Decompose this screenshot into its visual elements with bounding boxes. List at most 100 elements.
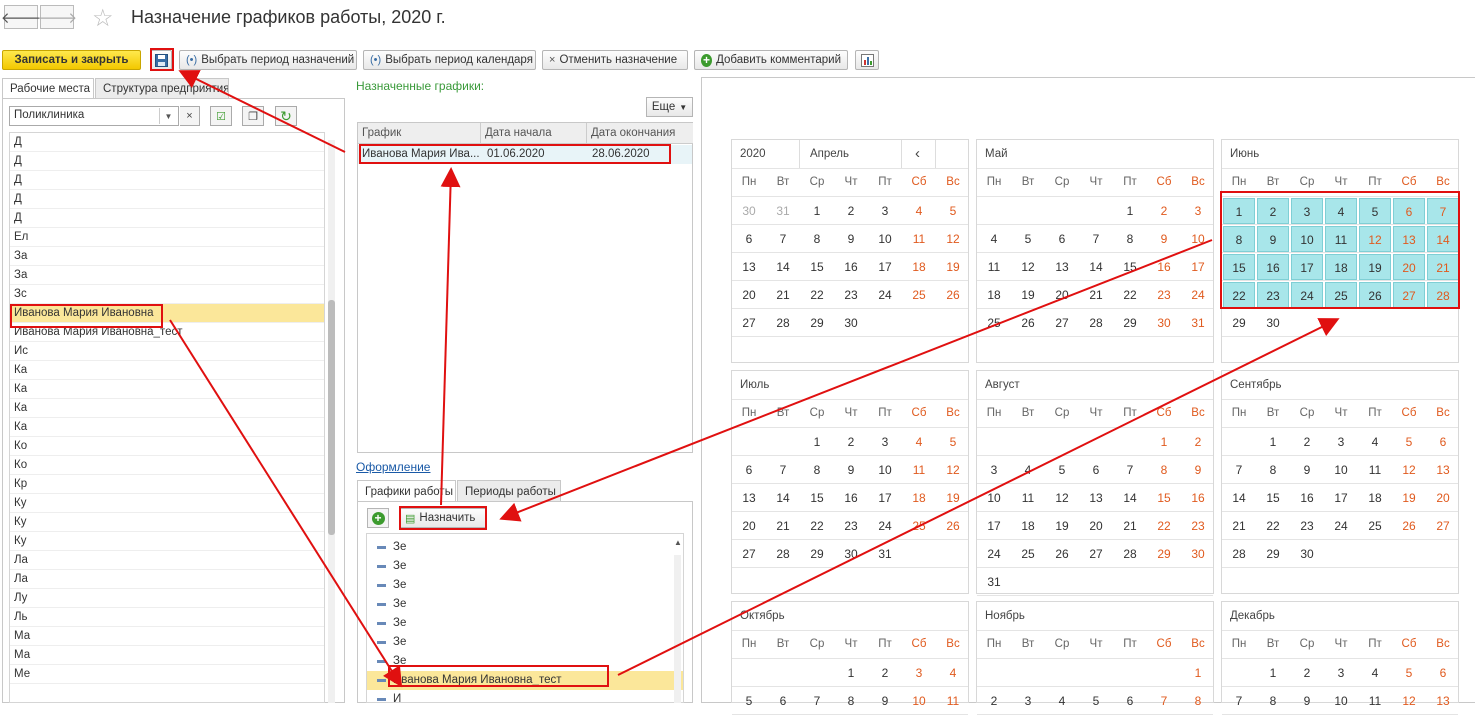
calendar-day[interactable]: 26	[1045, 540, 1079, 568]
list-item[interactable]: Ка	[10, 418, 324, 437]
calendar-day[interactable]: 27	[732, 309, 766, 337]
list-item[interactable]: Зе	[367, 557, 683, 576]
list-item[interactable]: Ко	[10, 437, 324, 456]
calendar-day[interactable]: 24	[868, 512, 902, 540]
calendar-day[interactable]: 18	[1011, 512, 1045, 540]
list-item[interactable]: За	[10, 266, 324, 285]
calendar-day[interactable]: 25	[1325, 282, 1357, 308]
calendar-day[interactable]: 6	[1393, 198, 1425, 224]
calendar-day[interactable]: 16	[1181, 484, 1215, 512]
calendar-day[interactable]: 5	[1079, 687, 1113, 715]
calendar-day[interactable]: 6	[1079, 456, 1113, 484]
calendar-day[interactable]: 21	[1222, 512, 1256, 540]
list-item[interactable]: Д	[10, 190, 324, 209]
calendar-day[interactable]: 19	[936, 484, 970, 512]
calendar-day[interactable]: 2	[977, 687, 1011, 715]
calendar-day[interactable]: 14	[1427, 226, 1459, 252]
calendar-day[interactable]: 26	[936, 281, 970, 309]
calendar-day[interactable]: 7	[1427, 198, 1459, 224]
list-item[interactable]: Ка	[10, 399, 324, 418]
list-item[interactable]: Иванова Мария Ивановна_тест	[367, 671, 683, 690]
calendar-day[interactable]: 1	[1256, 428, 1290, 456]
calendar-day[interactable]: 16	[1257, 254, 1289, 280]
calendar-day[interactable]: 26	[1392, 512, 1426, 540]
calendar-day[interactable]: 4	[902, 197, 936, 225]
calendar-day[interactable]: 5	[732, 687, 766, 715]
calendar-day[interactable]: 17	[1324, 484, 1358, 512]
calendar-day[interactable]: 30	[834, 540, 868, 568]
calendar-day[interactable]: 31	[868, 540, 902, 568]
tab-work-periods[interactable]: Периоды работы	[457, 480, 561, 502]
list-item[interactable]: Лу	[10, 589, 324, 608]
calendar-day[interactable]: 3	[1324, 659, 1358, 687]
calendar-day[interactable]: 24	[1181, 281, 1215, 309]
calendar-day[interactable]: 24	[977, 540, 1011, 568]
calendar-day[interactable]: 21	[1427, 254, 1459, 280]
calendar-day[interactable]: 10	[868, 225, 902, 253]
calendar-day[interactable]: 24	[1324, 512, 1358, 540]
list-item[interactable]: Ку	[10, 494, 324, 513]
tab-work-schedules[interactable]: Графики работы	[357, 480, 456, 502]
calendar-day[interactable]: 30	[1181, 540, 1215, 568]
calendar-day[interactable]: 1	[800, 197, 834, 225]
calendar-day[interactable]: 8	[1223, 226, 1255, 252]
back-button[interactable]: 🡐	[1, 5, 41, 29]
calendar-day[interactable]: 2	[1147, 197, 1181, 225]
calendar-day[interactable]: 18	[1358, 484, 1392, 512]
calendar-day[interactable]: 4	[902, 428, 936, 456]
calendar-day[interactable]: 4	[1325, 198, 1357, 224]
calendar-day[interactable]: 17	[1291, 254, 1323, 280]
calendar-day[interactable]: 26	[936, 512, 970, 540]
calendar-day[interactable]: 7	[1222, 687, 1256, 715]
calendar-day[interactable]: 27	[1045, 309, 1079, 337]
save-and-close-button[interactable]: Записать и закрыть	[2, 50, 141, 70]
calendar-day[interactable]: 4	[1358, 428, 1392, 456]
calendar-day[interactable]: 3	[1291, 198, 1323, 224]
calendar-day[interactable]: 1	[834, 659, 868, 687]
list-item[interactable]: Зс	[10, 285, 324, 304]
list-item[interactable]: Ку	[10, 532, 324, 551]
calendar-day[interactable]: 6	[732, 225, 766, 253]
calendar-day[interactable]: 10	[1324, 456, 1358, 484]
tab-enterprise-structure[interactable]: Структура предприятия	[95, 78, 229, 99]
calendar-day[interactable]: 12	[936, 456, 970, 484]
calendar-day[interactable]: 17	[977, 512, 1011, 540]
calendar-day[interactable]: 7	[1079, 225, 1113, 253]
calendar-day[interactable]: 9	[1181, 456, 1215, 484]
calendar-day[interactable]: 29	[800, 540, 834, 568]
calendar-day[interactable]: 8	[1256, 687, 1290, 715]
calendar-day[interactable]: 1	[1147, 428, 1181, 456]
calendar-day[interactable]: 13	[1426, 456, 1460, 484]
calendar-day[interactable]: 24	[1291, 282, 1323, 308]
calendar-day[interactable]: 3	[868, 197, 902, 225]
calendar-day[interactable]: 9	[1290, 456, 1324, 484]
calendar-day[interactable]: 23	[1181, 512, 1215, 540]
calendar-day[interactable]: 31	[977, 568, 1011, 596]
calendar-day[interactable]: 11	[936, 687, 970, 715]
save-button[interactable]	[150, 50, 172, 70]
calendar-day[interactable]: 22	[800, 512, 834, 540]
calendar-day[interactable]: 13	[1079, 484, 1113, 512]
calendar-day[interactable]: 7	[800, 687, 834, 715]
calendar-day[interactable]: 20	[732, 512, 766, 540]
list-item[interactable]: Ме	[10, 665, 324, 684]
calendar-day[interactable]: 16	[1147, 253, 1181, 281]
list-item[interactable]: Д	[10, 171, 324, 190]
calendar-day[interactable]: 4	[977, 225, 1011, 253]
calendar-day[interactable]: 4	[1011, 456, 1045, 484]
calendar-day[interactable]: 23	[834, 281, 868, 309]
list-item[interactable]: Ис	[10, 342, 324, 361]
calendar-day[interactable]: 8	[1147, 456, 1181, 484]
list-item[interactable]: Зе	[367, 614, 683, 633]
calendar-day[interactable]: 5	[1011, 225, 1045, 253]
calendar-day[interactable]: 10	[868, 456, 902, 484]
calendar-day[interactable]: 8	[1256, 456, 1290, 484]
calendar-day[interactable]: 19	[1359, 254, 1391, 280]
list-item[interactable]: Зе	[367, 652, 683, 671]
calendar-day[interactable]: 20	[1426, 484, 1460, 512]
calendar-day[interactable]: 21	[1113, 512, 1147, 540]
calendar-day[interactable]: 3	[977, 456, 1011, 484]
star-icon[interactable]: ☆	[92, 4, 114, 33]
calendar-day[interactable]: 9	[834, 456, 868, 484]
calendar-day[interactable]: 13	[1045, 253, 1079, 281]
